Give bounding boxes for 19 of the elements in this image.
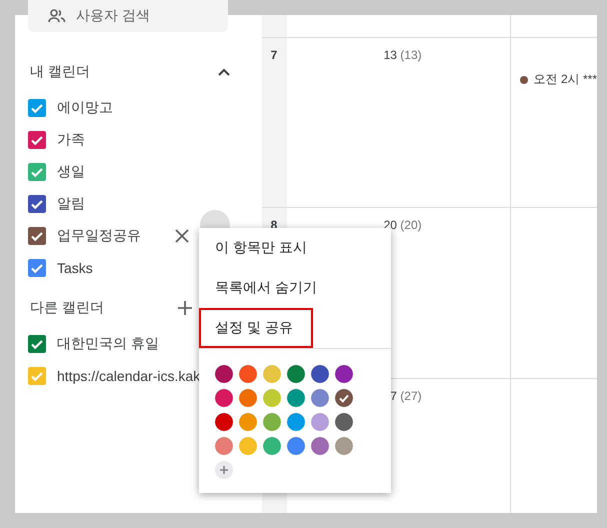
calendar-name[interactable]: https://calendar-ics.kak	[57, 368, 200, 384]
search-placeholder: 사용자 검색	[76, 7, 150, 25]
day-date[interactable]: 13 (13)	[384, 48, 422, 62]
event-text[interactable]: 오전 2시 ***	[534, 71, 597, 88]
calendar-name[interactable]: Tasks	[57, 260, 93, 276]
search-field[interactable]: 사용자 검색	[28, 0, 228, 32]
section-title: 내 캘린더	[30, 63, 90, 81]
menu-item[interactable]: 설정 및 공유	[199, 308, 313, 348]
calendar-name[interactable]: 가족	[57, 131, 85, 149]
calendar-name[interactable]: 대한민국의 휴일	[57, 335, 159, 353]
calendar-name[interactable]: 알림	[57, 195, 85, 213]
menu-item[interactable]: 이 항목만 표시	[199, 228, 313, 268]
calendar-name[interactable]: 생일	[57, 163, 85, 181]
week-number: 7	[270, 48, 278, 62]
section-title: 다른 캘린더	[30, 299, 104, 317]
calendar-name[interactable]: 업무일정공유	[57, 227, 141, 245]
menu-item[interactable]: 목록에서 숨기기	[199, 268, 313, 308]
day-date[interactable]: 7 (27)	[390, 389, 422, 403]
calendar-name[interactable]: 에이망고	[57, 99, 113, 117]
